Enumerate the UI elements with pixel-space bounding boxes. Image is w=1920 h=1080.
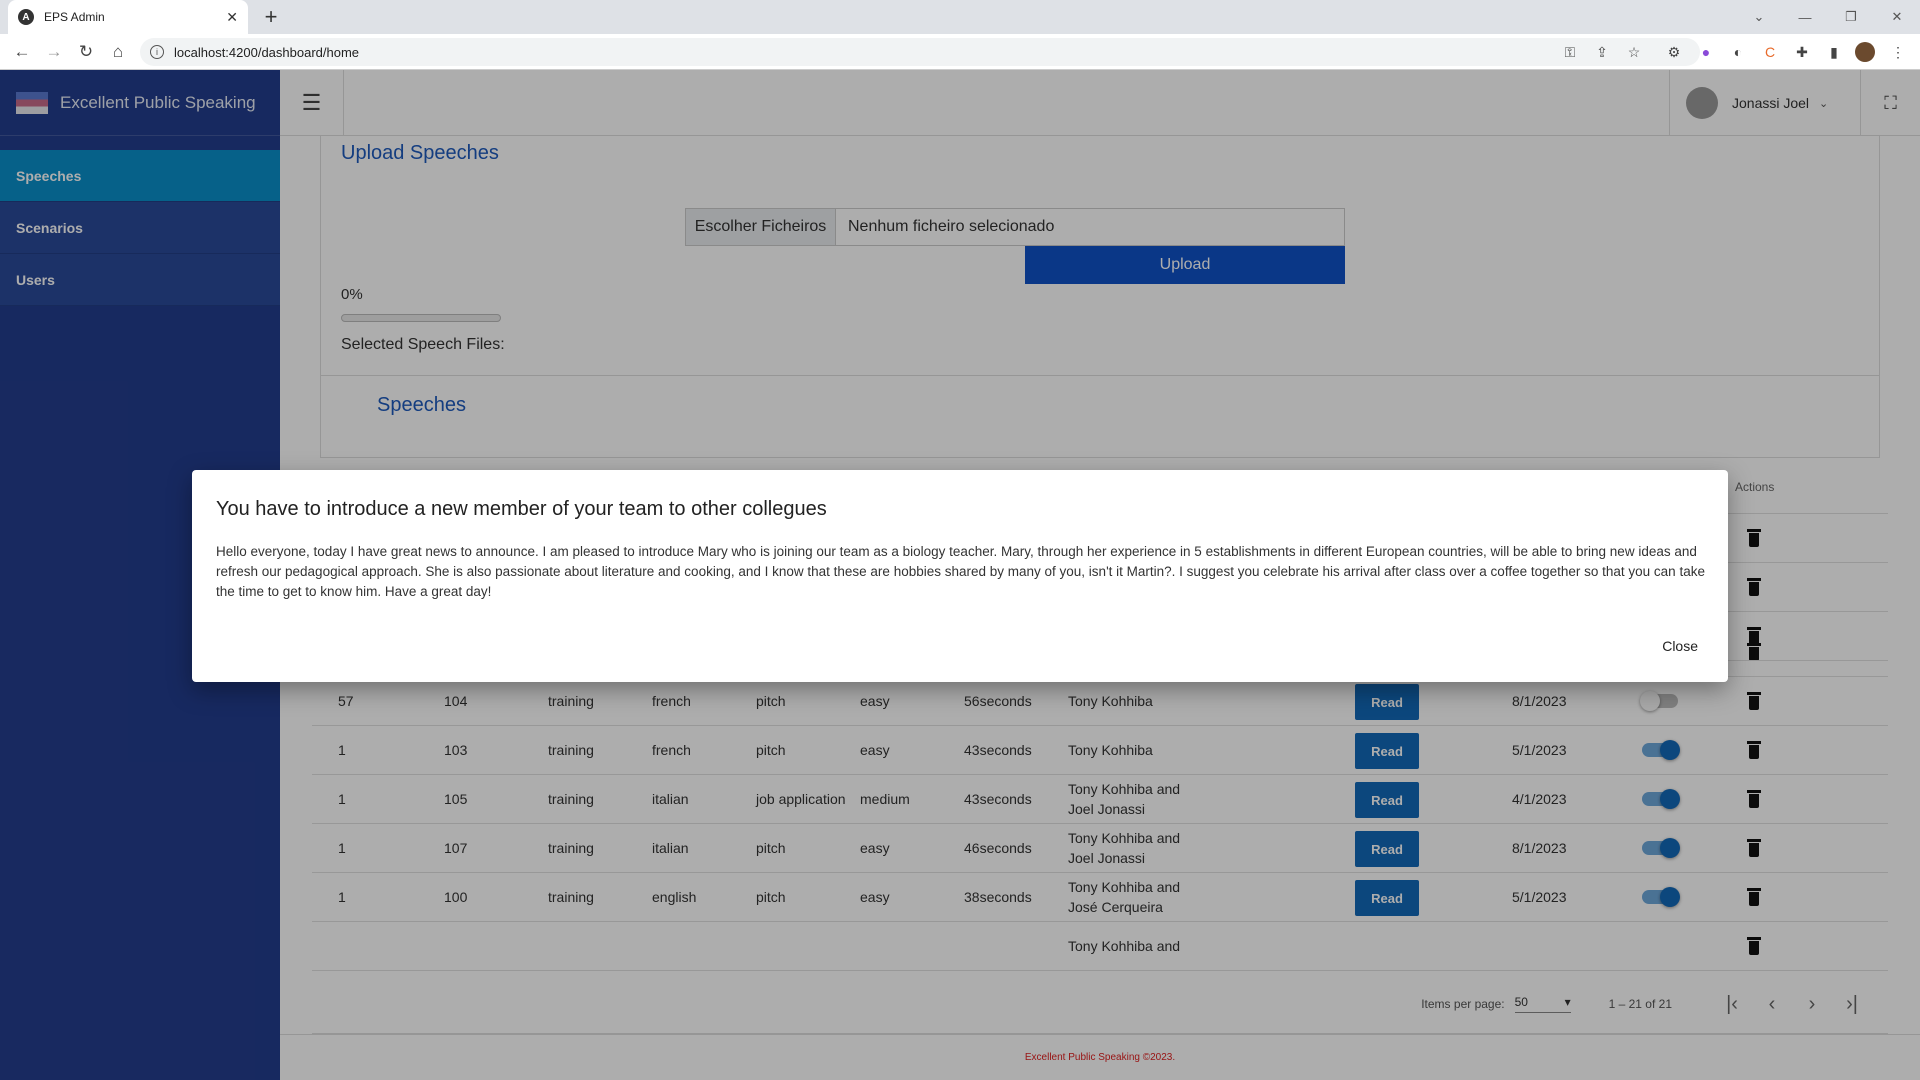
angular-icon: A (18, 9, 34, 25)
address-bar[interactable]: i localhost:4200/dashboard/home (140, 38, 1700, 66)
tab-search-icon[interactable]: ⌄ (1736, 0, 1782, 34)
close-window-icon[interactable]: ✕ (1874, 0, 1920, 34)
browser-toolbar: ← → ↻ ⌂ i localhost:4200/dashboard/home … (0, 34, 1920, 70)
scenario-dialog: You have to introduce a new member of yo… (192, 470, 1728, 682)
home-icon[interactable]: ⌂ (106, 40, 130, 64)
new-tab-icon[interactable]: + (258, 4, 284, 30)
puzzle-icon[interactable]: ✚ (1792, 42, 1812, 62)
reload-icon[interactable]: ↻ (74, 40, 98, 64)
extension-circle-icon[interactable]: ◐ (1728, 42, 1748, 62)
minimize-icon[interactable]: — (1782, 0, 1828, 34)
forward-icon[interactable]: → (42, 40, 66, 64)
kebab-menu-icon[interactable]: ⋮ (1888, 42, 1908, 62)
tab-title: EPS Admin (44, 10, 105, 24)
restore-icon[interactable]: ❐ (1828, 0, 1874, 34)
dialog-body: Hello everyone, today I have great news … (216, 544, 1705, 599)
dialog-title: You have to introduce a new member of yo… (216, 498, 827, 520)
share-icon[interactable]: ⇪ (1592, 42, 1612, 62)
key-icon[interactable]: ⚿ (1560, 42, 1580, 62)
site-info-icon[interactable]: i (150, 45, 164, 59)
extension-c-icon[interactable]: C (1760, 42, 1780, 62)
url-text: localhost:4200/dashboard/home (174, 44, 360, 60)
extension-icon[interactable]: ● (1696, 42, 1716, 62)
profile-avatar[interactable] (1855, 42, 1875, 62)
extension-gear-icon[interactable]: ⚙ (1664, 42, 1684, 62)
sidepanel-icon[interactable]: ▮ (1824, 42, 1844, 62)
close-tab-icon[interactable]: ✕ (226, 9, 238, 26)
bookmark-star-icon[interactable]: ☆ (1624, 42, 1644, 62)
browser-tabbar: A EPS Admin ✕ + ⌄ — ❐ ✕ (0, 0, 1920, 34)
browser-tab[interactable]: A EPS Admin ✕ (8, 0, 248, 34)
back-icon[interactable]: ← (10, 40, 34, 64)
close-button[interactable]: Close (1662, 638, 1698, 654)
